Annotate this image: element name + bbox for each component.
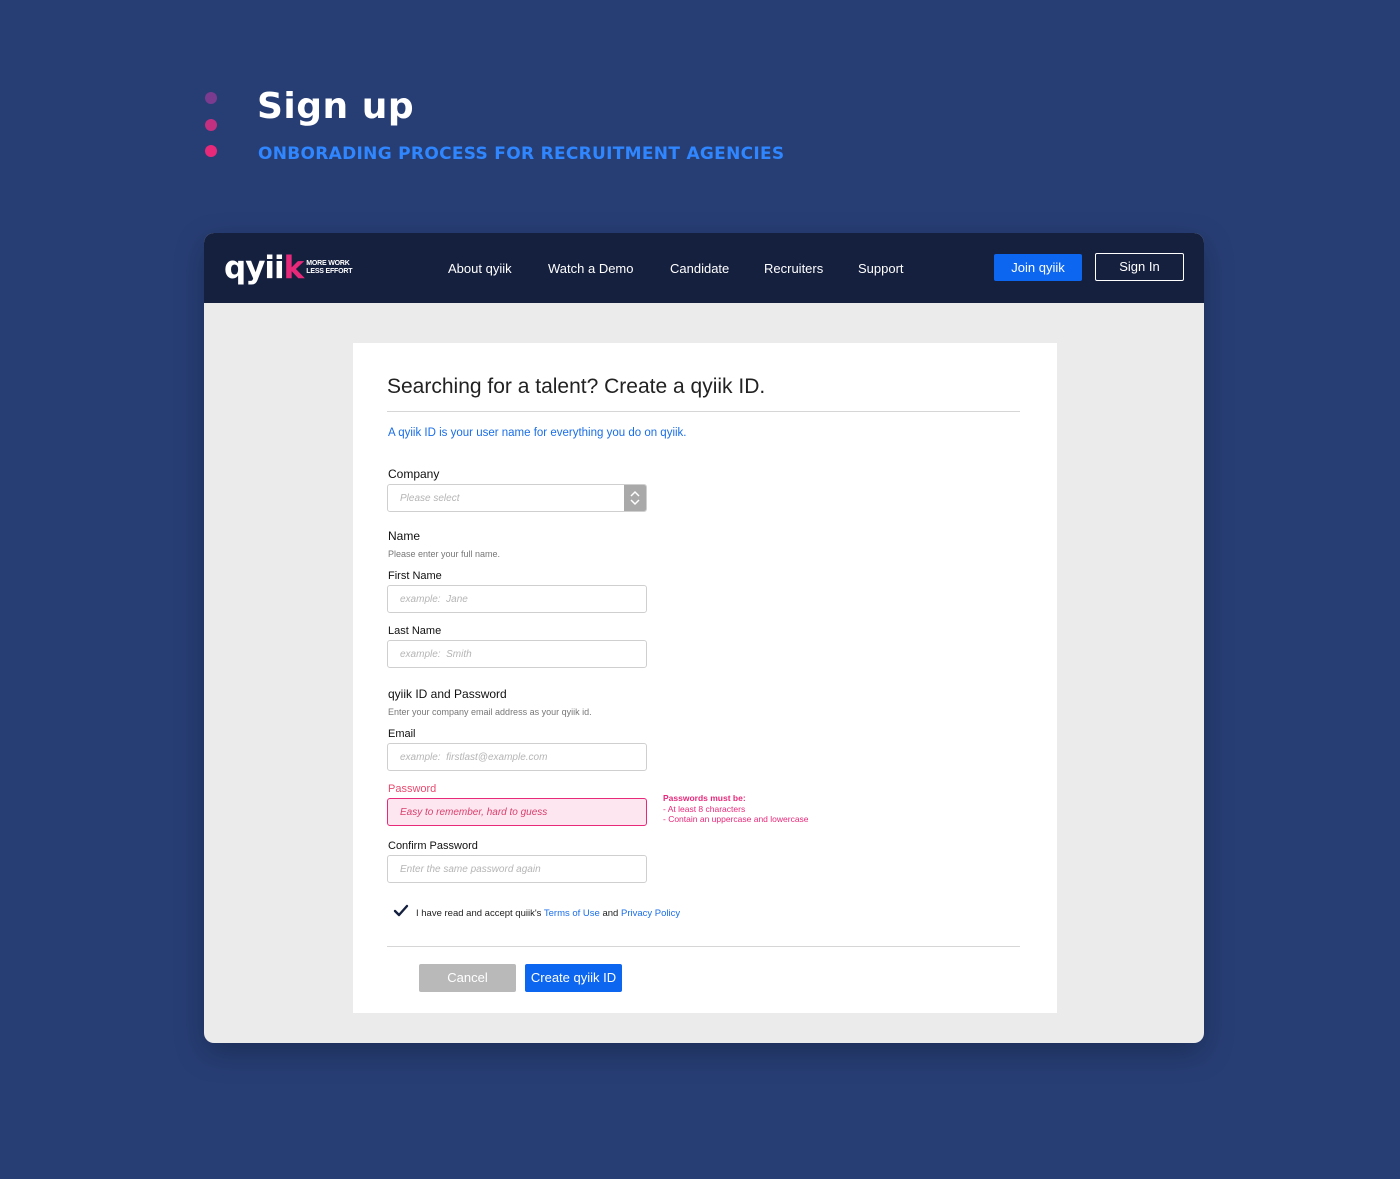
form-title: Searching for a talent? Create a qyiik I…	[387, 375, 766, 398]
name-help-text: Please enter your full name.	[388, 549, 501, 559]
create-id-button[interactable]: Create qyiik ID	[525, 964, 622, 992]
divider	[387, 946, 1020, 947]
password-rule: - At least 8 characters	[663, 803, 746, 814]
dot-icon	[205, 119, 217, 131]
select-chevrons-icon[interactable]	[624, 485, 646, 511]
first-name-label: First Name	[388, 570, 442, 582]
email-input[interactable]	[388, 744, 646, 770]
last-name-input[interactable]	[388, 641, 646, 667]
credentials-section-label: qyiik ID and Password	[388, 687, 507, 701]
nav-support[interactable]: Support	[858, 261, 904, 276]
password-rules: Passwords must be: - At least 8 characte…	[663, 793, 809, 825]
password-label: Password	[388, 783, 437, 795]
company-select-input[interactable]	[388, 485, 646, 511]
privacy-policy-link[interactable]: Privacy Policy	[621, 908, 680, 919]
terms-checkbox[interactable]	[393, 904, 409, 918]
cancel-button[interactable]: Cancel	[419, 964, 516, 992]
password-rule: - Contain an uppercase and lowercase	[663, 814, 809, 824]
company-select[interactable]	[387, 484, 647, 512]
last-name-field[interactable]	[387, 640, 647, 668]
join-button[interactable]: Join qyiik	[994, 254, 1082, 281]
email-field[interactable]	[387, 743, 647, 771]
logo-tagline: MORE WORK LESS EFFORT	[306, 260, 353, 275]
password-rules-title: Passwords must be:	[663, 793, 746, 803]
confirm-password-field[interactable]	[387, 855, 647, 883]
company-label: Company	[388, 467, 440, 481]
app-window: qyiik MORE WORK LESS EFFORT About qyiik W…	[204, 233, 1204, 1043]
password-field[interactable]	[387, 798, 647, 826]
signup-form-card: Searching for a talent? Create a qyiik I…	[353, 343, 1057, 1013]
hero-subtitle: ONBORADING PROCESS FOR RECRUITMENT AGENC…	[258, 144, 785, 164]
terms-of-use-link[interactable]: Terms of Use	[544, 908, 600, 919]
terms-text: I have read and accept quiik's Terms of …	[416, 908, 681, 919]
nav-candidate[interactable]: Candidate	[670, 261, 729, 276]
form-intro: A qyiik ID is your user name for everyth…	[388, 427, 687, 439]
credentials-help-text: Enter your company email address as your…	[388, 707, 592, 717]
qyiik-logo[interactable]: qyiik MORE WORK LESS EFFORT	[224, 250, 353, 286]
logo-wordmark: qyiik	[224, 250, 304, 286]
confirm-password-input[interactable]	[388, 856, 646, 882]
sign-in-button[interactable]: Sign In	[1095, 253, 1184, 281]
dot-icon	[205, 92, 217, 104]
nav-watch-demo[interactable]: Watch a Demo	[548, 261, 634, 276]
first-name-input[interactable]	[388, 586, 646, 612]
top-navbar: qyiik MORE WORK LESS EFFORT About qyiik W…	[204, 233, 1204, 303]
first-name-field[interactable]	[387, 585, 647, 613]
divider	[387, 411, 1020, 412]
last-name-label: Last Name	[388, 625, 442, 637]
email-label: Email	[388, 728, 416, 740]
name-section-label: Name	[388, 529, 421, 543]
password-input[interactable]	[388, 799, 646, 825]
hero-title: Sign up	[257, 86, 415, 127]
nav-recruiters[interactable]: Recruiters	[764, 261, 823, 276]
checkmark-icon	[393, 904, 409, 917]
nav-about[interactable]: About qyiik	[448, 261, 512, 276]
confirm-password-label: Confirm Password	[388, 840, 478, 852]
dot-icon	[205, 145, 217, 157]
